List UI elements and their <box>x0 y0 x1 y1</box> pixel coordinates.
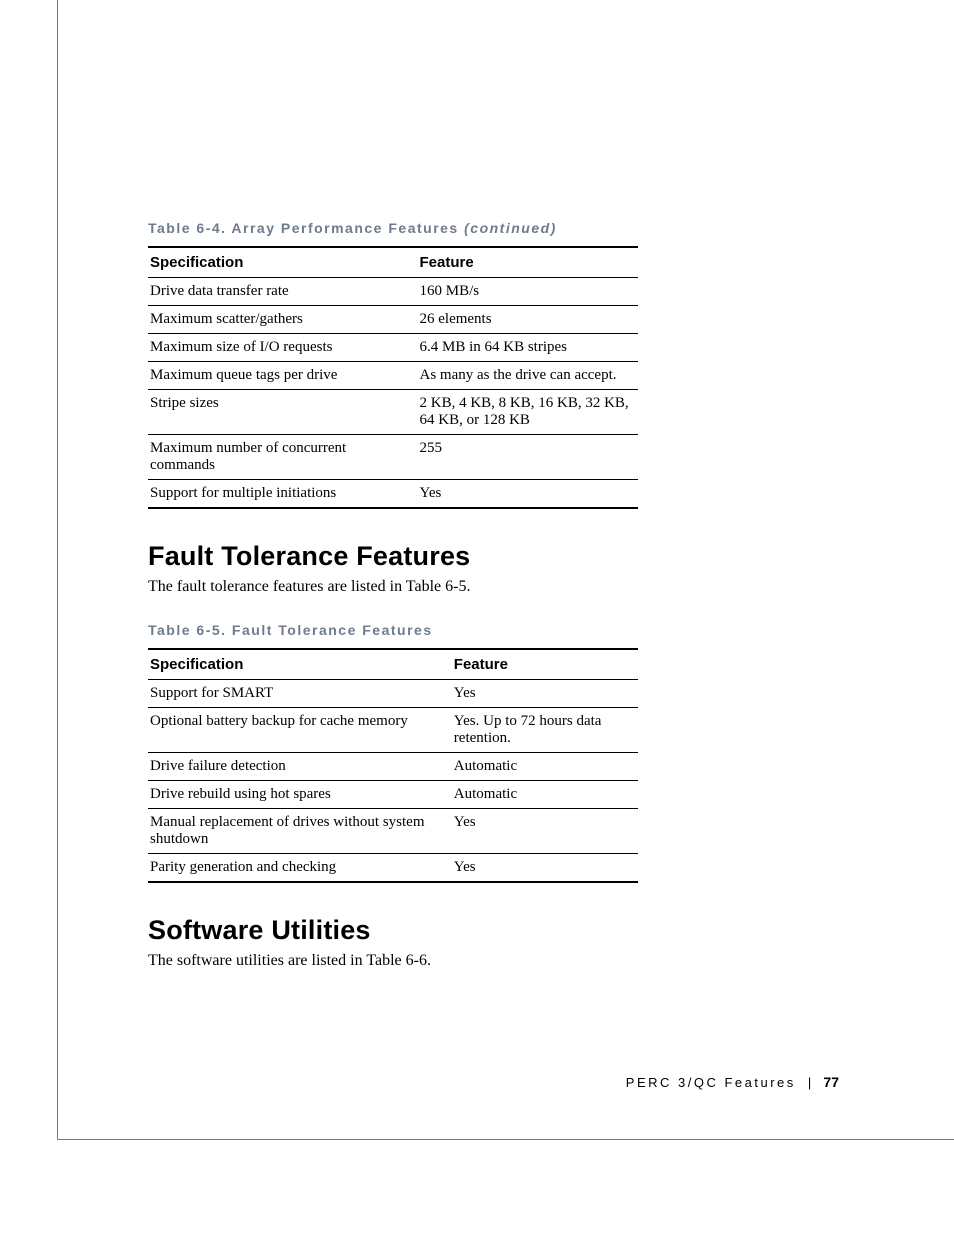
table-6-4: Specification Feature Drive data transfe… <box>148 246 638 509</box>
spec-cell: Drive failure detection <box>148 753 452 781</box>
feat-cell: 160 MB/s <box>418 278 639 306</box>
table-row: Maximum size of I/O requests6.4 MB in 64… <box>148 334 638 362</box>
table-row: Maximum number of concurrent commands255 <box>148 435 638 480</box>
feat-cell: Automatic <box>452 753 638 781</box>
table-6-5-caption: Table 6-5. Fault Tolerance Features <box>148 622 848 638</box>
feat-cell: As many as the drive can accept. <box>418 362 639 390</box>
table-row: Manual replacement of drives without sys… <box>148 809 638 854</box>
caption-text: Table 6-4. Array Performance Features <box>148 220 459 236</box>
spec-cell: Maximum scatter/gathers <box>148 306 418 334</box>
table-row: Drive failure detectionAutomatic <box>148 753 638 781</box>
col-feature: Feature <box>418 247 639 278</box>
feat-cell: 26 elements <box>418 306 639 334</box>
footer-title: PERC 3/QC Features <box>626 1075 796 1090</box>
spec-cell: Optional battery backup for cache memory <box>148 708 452 753</box>
feat-cell: Yes <box>418 480 639 509</box>
table-row: Parity generation and checkingYes <box>148 854 638 883</box>
col-feature: Feature <box>452 649 638 680</box>
table-row: Support for SMARTYes <box>148 680 638 708</box>
page-content: Table 6-4. Array Performance Features (c… <box>148 220 848 996</box>
feat-cell: 6.4 MB in 64 KB stripes <box>418 334 639 362</box>
spec-cell: Drive data transfer rate <box>148 278 418 306</box>
feat-cell: 2 KB, 4 KB, 8 KB, 16 KB, 32 KB, 64 KB, o… <box>418 390 639 435</box>
table-row: Stripe sizes2 KB, 4 KB, 8 KB, 16 KB, 32 … <box>148 390 638 435</box>
page-footer: PERC 3/QC Features | 77 <box>626 1074 839 1090</box>
table-row: Drive data transfer rate160 MB/s <box>148 278 638 306</box>
intro-fault-tolerance: The fault tolerance features are listed … <box>148 578 848 596</box>
spec-cell: Parity generation and checking <box>148 854 452 883</box>
spec-cell: Maximum number of concurrent commands <box>148 435 418 480</box>
feat-cell: Yes <box>452 809 638 854</box>
spec-cell: Support for SMART <box>148 680 452 708</box>
feat-cell: Yes <box>452 854 638 883</box>
feat-cell: Automatic <box>452 781 638 809</box>
spec-cell: Drive rebuild using hot spares <box>148 781 452 809</box>
footer-separator: | <box>808 1075 811 1090</box>
footer-page-number: 77 <box>823 1074 839 1090</box>
table-row: Support for multiple initiationsYes <box>148 480 638 509</box>
spec-cell: Manual replacement of drives without sys… <box>148 809 452 854</box>
table-6-5: Specification Feature Support for SMARTY… <box>148 648 638 883</box>
intro-software-utilities: The software utilities are listed in Tab… <box>148 952 848 970</box>
caption-continued: (continued) <box>464 220 557 236</box>
heading-fault-tolerance: Fault Tolerance Features <box>148 541 848 572</box>
spec-cell: Support for multiple initiations <box>148 480 418 509</box>
feat-cell: 255 <box>418 435 639 480</box>
heading-software-utilities: Software Utilities <box>148 915 848 946</box>
table-row: Optional battery backup for cache memory… <box>148 708 638 753</box>
table-row: Drive rebuild using hot sparesAutomatic <box>148 781 638 809</box>
table-row: Maximum scatter/gathers26 elements <box>148 306 638 334</box>
col-specification: Specification <box>148 247 418 278</box>
col-specification: Specification <box>148 649 452 680</box>
spec-cell: Maximum queue tags per drive <box>148 362 418 390</box>
spec-cell: Stripe sizes <box>148 390 418 435</box>
feat-cell: Yes <box>452 680 638 708</box>
table-row: Maximum queue tags per driveAs many as t… <box>148 362 638 390</box>
table-6-4-caption: Table 6-4. Array Performance Features (c… <box>148 220 848 236</box>
spec-cell: Maximum size of I/O requests <box>148 334 418 362</box>
feat-cell: Yes. Up to 72 hours data retention. <box>452 708 638 753</box>
